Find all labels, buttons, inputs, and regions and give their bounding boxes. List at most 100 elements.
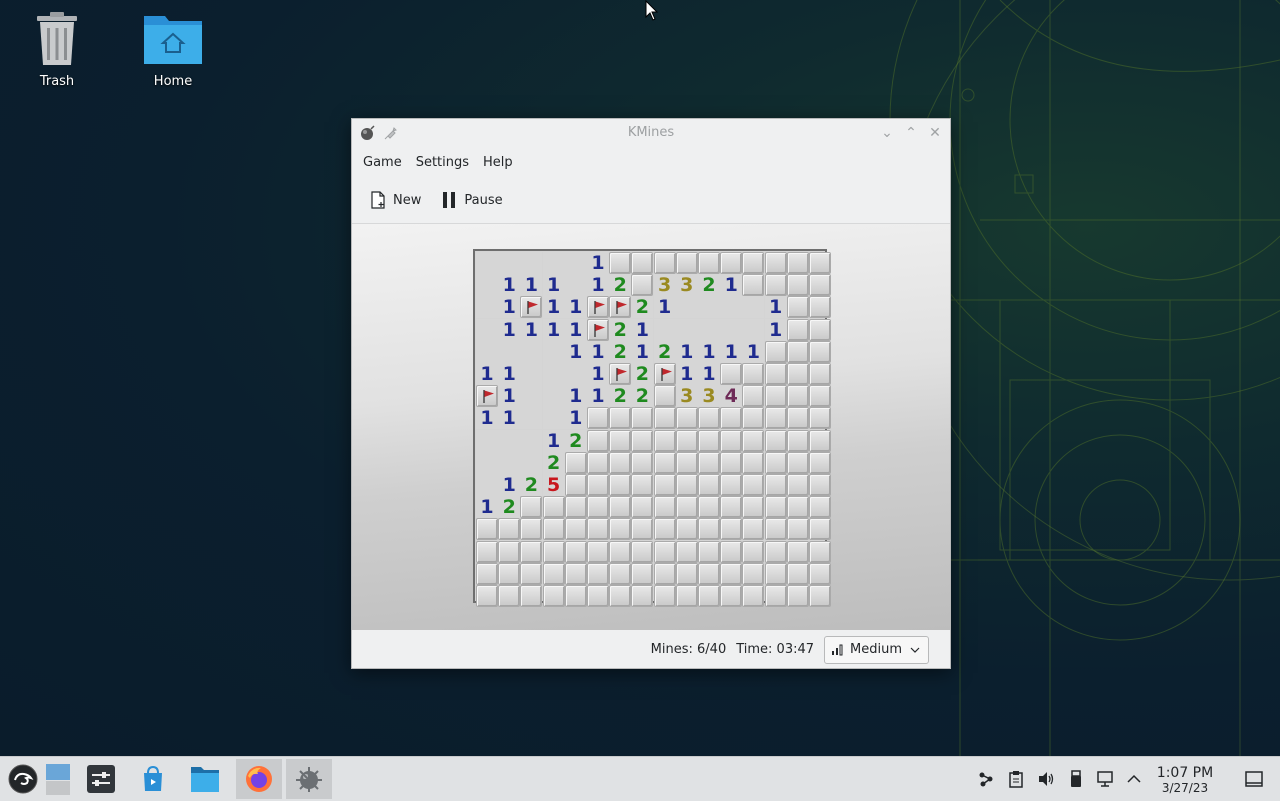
number-cell[interactable]: 1	[675, 363, 698, 385]
number-cell[interactable]: 1	[498, 407, 521, 430]
open-cell[interactable]	[476, 429, 498, 452]
covered-cell[interactable]	[587, 518, 609, 541]
open-cell[interactable]	[675, 296, 698, 319]
covered-cell[interactable]	[653, 252, 676, 274]
covered-cell[interactable]	[809, 252, 831, 274]
new-game-button[interactable]: New	[362, 187, 429, 213]
number-cell[interactable]: 1	[742, 340, 765, 363]
covered-cell[interactable]	[631, 585, 654, 607]
covered-cell[interactable]	[764, 496, 787, 519]
covered-cell[interactable]	[720, 585, 743, 607]
volume-tray[interactable]	[1036, 769, 1056, 789]
covered-cell[interactable]	[764, 451, 787, 474]
covered-cell[interactable]	[786, 340, 809, 363]
covered-cell[interactable]	[587, 585, 609, 607]
covered-cell[interactable]	[764, 540, 787, 563]
menu-help[interactable]: Help	[476, 151, 520, 174]
covered-cell[interactable]	[786, 451, 809, 474]
open-cell[interactable]	[520, 252, 543, 274]
covered-cell[interactable]	[720, 407, 743, 430]
open-cell[interactable]	[720, 296, 743, 319]
maximize-icon[interactable]: ⌃	[902, 124, 920, 142]
covered-cell[interactable]	[698, 474, 720, 496]
number-cell[interactable]: 2	[609, 340, 632, 363]
number-cell[interactable]: 2	[498, 496, 521, 519]
covered-cell[interactable]	[786, 318, 809, 341]
open-cell[interactable]	[542, 340, 565, 363]
covered-cell[interactable]	[476, 562, 498, 585]
number-cell[interactable]: 2	[609, 274, 632, 297]
covered-cell[interactable]	[631, 274, 654, 297]
difficulty-select[interactable]: Medium	[824, 635, 929, 664]
covered-cell[interactable]	[564, 496, 587, 519]
covered-cell[interactable]	[720, 518, 743, 541]
covered-cell[interactable]	[698, 540, 720, 563]
covered-cell[interactable]	[809, 540, 831, 563]
covered-cell[interactable]	[609, 474, 632, 496]
covered-cell[interactable]	[764, 252, 787, 274]
title-bar[interactable]: KMines ⌄ ⌃ ✕	[352, 119, 950, 147]
number-cell[interactable]: 1	[564, 385, 587, 408]
covered-cell[interactable]	[786, 496, 809, 519]
covered-cell[interactable]	[764, 385, 787, 408]
covered-cell[interactable]	[587, 562, 609, 585]
taskbar-settings[interactable]	[78, 759, 124, 799]
covered-cell[interactable]	[742, 585, 765, 607]
network-tray[interactable]	[1096, 769, 1116, 789]
open-cell[interactable]	[742, 318, 765, 341]
open-cell[interactable]	[675, 318, 698, 341]
covered-cell[interactable]	[786, 518, 809, 541]
number-cell[interactable]: 1	[542, 429, 565, 452]
covered-cell[interactable]	[653, 518, 676, 541]
covered-cell[interactable]	[764, 562, 787, 585]
covered-cell[interactable]	[809, 407, 831, 430]
covered-cell[interactable]	[809, 518, 831, 541]
covered-cell[interactable]	[542, 540, 565, 563]
covered-cell[interactable]	[653, 474, 676, 496]
covered-cell[interactable]	[587, 451, 609, 474]
open-cell[interactable]	[542, 385, 565, 408]
number-cell[interactable]: 1	[564, 296, 587, 319]
covered-cell[interactable]	[653, 562, 676, 585]
covered-cell[interactable]	[809, 562, 831, 585]
covered-cell[interactable]	[675, 562, 698, 585]
number-cell[interactable]: 3	[675, 274, 698, 297]
open-cell[interactable]	[476, 296, 498, 319]
covered-cell[interactable]	[675, 407, 698, 430]
number-cell[interactable]: 1	[564, 318, 587, 341]
covered-cell[interactable]	[631, 540, 654, 563]
covered-cell[interactable]	[653, 429, 676, 452]
clipboard-tray[interactable]	[1006, 769, 1026, 789]
number-cell[interactable]: 1	[476, 363, 498, 385]
open-cell[interactable]	[498, 340, 521, 363]
number-cell[interactable]: 1	[498, 274, 521, 297]
number-cell[interactable]: 2	[698, 274, 720, 297]
covered-cell[interactable]	[564, 562, 587, 585]
covered-cell[interactable]	[786, 585, 809, 607]
number-cell[interactable]: 1	[498, 318, 521, 341]
covered-cell[interactable]	[498, 562, 521, 585]
covered-cell[interactable]	[786, 274, 809, 297]
covered-cell[interactable]	[742, 363, 765, 385]
covered-cell[interactable]	[742, 385, 765, 408]
covered-cell[interactable]	[786, 562, 809, 585]
covered-cell[interactable]	[742, 562, 765, 585]
open-cell[interactable]	[564, 252, 587, 274]
covered-cell[interactable]	[809, 274, 831, 297]
number-cell[interactable]: 1	[498, 296, 521, 319]
covered-cell[interactable]	[631, 429, 654, 452]
open-cell[interactable]	[476, 318, 498, 341]
covered-cell[interactable]	[720, 363, 743, 385]
covered-cell[interactable]	[631, 451, 654, 474]
open-cell[interactable]	[498, 252, 521, 274]
covered-cell[interactable]	[809, 474, 831, 496]
covered-cell[interactable]	[786, 296, 809, 319]
open-cell[interactable]	[520, 429, 543, 452]
desktop-home[interactable]: Home	[128, 12, 218, 89]
menu-settings[interactable]: Settings	[409, 151, 476, 174]
covered-cell[interactable]	[786, 429, 809, 452]
covered-cell[interactable]	[675, 451, 698, 474]
covered-cell[interactable]	[587, 407, 609, 430]
covered-cell[interactable]	[653, 407, 676, 430]
covered-cell[interactable]	[498, 540, 521, 563]
